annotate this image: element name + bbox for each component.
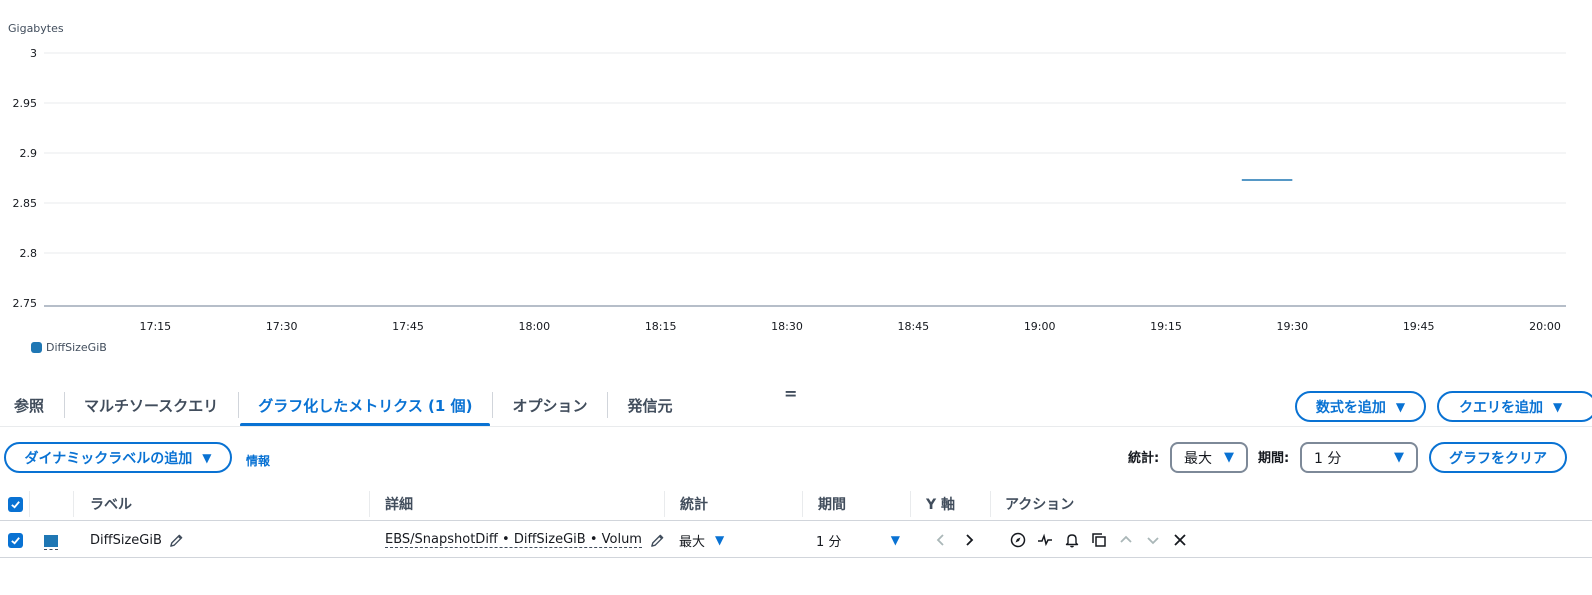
x-tick-label: 19:15: [1150, 320, 1182, 333]
column-divider: [29, 491, 30, 517]
x-tick-label: 17:45: [392, 320, 424, 333]
select-all-checkbox[interactable]: [8, 497, 23, 512]
stat-label: 統計:: [1128, 451, 1160, 466]
check-icon: [11, 537, 20, 545]
row-stat-select[interactable]: 最大 ▼: [679, 522, 724, 558]
column-divider: [664, 491, 665, 517]
move-down-icon[interactable]: [1142, 529, 1164, 551]
y-axis-label: Gigabytes: [8, 22, 64, 35]
column-divider: [910, 491, 911, 517]
header-stat[interactable]: 統計: [680, 487, 708, 521]
caret-down-icon: ▼: [1394, 450, 1404, 465]
legend-label: DiffSizeGiB: [46, 341, 107, 354]
header-period[interactable]: 期間: [818, 487, 846, 521]
move-up-icon[interactable]: [1115, 529, 1137, 551]
legend-swatch: [31, 342, 42, 353]
clear-graph-button[interactable]: グラフをクリア: [1429, 442, 1567, 473]
caret-down-icon: ▼: [1224, 450, 1234, 465]
row-checkbox[interactable]: [8, 533, 23, 548]
header-details[interactable]: 詳細: [385, 487, 413, 521]
x-tick-label: 20:00: [1529, 320, 1561, 333]
y-axis-switch: [930, 522, 980, 558]
metric-chart: Gigabytes 3 2.95 2.9 2.85 2.8 2.75 17:15 17:30…: [8, 22, 1566, 333]
column-divider: [802, 491, 803, 517]
check-icon: [11, 501, 20, 509]
row-period-value: 1 分: [816, 534, 842, 550]
add-query-button[interactable]: クエリを追加 ▼: [1437, 391, 1592, 422]
add-math-label: 数式を追加: [1315, 399, 1386, 416]
stat-select-value: 最大: [1184, 450, 1212, 467]
close-icon[interactable]: [1169, 529, 1191, 551]
y-tick-label: 2.9: [20, 147, 38, 160]
column-divider: [990, 491, 991, 517]
caret-down-icon: ▼: [715, 533, 725, 547]
row-details[interactable]: EBS/SnapshotDiff • DiffSizeGiB • VolumeI…: [385, 532, 642, 548]
x-ticks: 17:15 17:30 17:45 18:00 18:15 18:30 18:45 19:00…: [139, 320, 1560, 333]
bell-icon[interactable]: [1061, 529, 1083, 551]
edit-details-pencil-icon[interactable]: [646, 529, 668, 551]
period-select[interactable]: 1 分 ▼: [1300, 442, 1418, 473]
header-actions: アクション: [1005, 497, 1075, 513]
row-actions: [1007, 522, 1191, 558]
x-tick-label: 17:15: [139, 320, 171, 333]
stat-select[interactable]: 最大 ▼: [1170, 442, 1248, 473]
x-tick-label: 19:45: [1403, 320, 1435, 333]
edit-label-pencil-icon[interactable]: [166, 529, 188, 551]
y-tick-label: 3: [30, 47, 37, 60]
y-tick-label: 2.85: [13, 197, 38, 210]
chart-legend[interactable]: DiffSizeGiB: [31, 341, 107, 354]
move-right-axis-icon[interactable]: [958, 529, 980, 551]
header-label[interactable]: ラベル: [90, 487, 132, 521]
table-row: DiffSizeGiB EBS/SnapshotDiff • DiffSizeG…: [0, 522, 1592, 558]
add-query-label: クエリを追加: [1459, 399, 1543, 416]
add-math-button[interactable]: 数式を追加 ▼: [1295, 391, 1426, 422]
period-label: 期間:: [1258, 451, 1290, 466]
compass-icon[interactable]: [1007, 529, 1029, 551]
tab-browse[interactable]: 参照: [0, 384, 64, 426]
duplicate-icon[interactable]: [1088, 529, 1110, 551]
tab-graphed-metrics[interactable]: グラフ化したメトリクス (1 個): [238, 384, 492, 427]
period-select-value: 1 分: [1314, 450, 1342, 467]
info-link[interactable]: 情報: [246, 452, 270, 469]
row-label: DiffSizeGiB: [90, 532, 162, 548]
y-tick-label: 2.75: [13, 297, 38, 310]
caret-down-icon: ▼: [890, 533, 900, 547]
y-tick-label: 2.8: [20, 247, 38, 260]
clear-graph-label: グラフをクリア: [1449, 450, 1547, 467]
x-tick-label: 18:15: [645, 320, 677, 333]
caret-down-icon: ▼: [202, 450, 212, 465]
dynamic-label-text: ダイナミックラベルの追加: [24, 450, 193, 467]
row-details-cell: EBS/SnapshotDiff • DiffSizeGiB • VolumeI…: [385, 522, 668, 558]
row-stat-value: 最大: [679, 534, 706, 550]
tab-options[interactable]: オプション: [492, 384, 607, 426]
anomaly-detection-icon[interactable]: [1034, 529, 1056, 551]
tab-bar: 参照 マルチソースクエリ グラフ化したメトリクス (1 個) オプション 発信元: [0, 384, 692, 427]
x-tick-label: 17:30: [266, 320, 298, 333]
caret-down-icon: ▼: [1553, 399, 1563, 414]
column-divider: [73, 491, 74, 517]
header-y-axis[interactable]: Y 軸: [926, 487, 955, 521]
x-tick-label: 19:00: [1024, 320, 1056, 333]
x-tick-label: 19:30: [1276, 320, 1308, 333]
x-tick-label: 18:00: [518, 320, 550, 333]
y-tick-label: 2.95: [13, 97, 38, 110]
caret-down-icon: ▼: [1395, 399, 1406, 414]
x-tick-label: 18:45: [897, 320, 929, 333]
series-color-swatch[interactable]: [44, 535, 58, 550]
tab-divider: [0, 426, 1592, 427]
add-dynamic-label-button[interactable]: ダイナミックラベルの追加 ▼: [4, 442, 232, 473]
tab-multi-source-query[interactable]: マルチソースクエリ: [64, 384, 238, 426]
row-period-select[interactable]: 1 分 ▼: [816, 522, 900, 558]
x-tick-label: 18:30: [771, 320, 803, 333]
resize-handle-icon[interactable]: =: [784, 384, 798, 403]
metrics-table-header: ラベル 詳細 統計 期間 Y 軸 アクション: [0, 487, 1592, 521]
move-left-axis-icon[interactable]: [930, 529, 952, 551]
row-label-cell: DiffSizeGiB: [90, 522, 188, 558]
column-divider: [369, 491, 370, 517]
y-grid: 3 2.95 2.9 2.85 2.8 2.75: [13, 47, 1566, 310]
tab-source[interactable]: 発信元: [607, 384, 692, 426]
